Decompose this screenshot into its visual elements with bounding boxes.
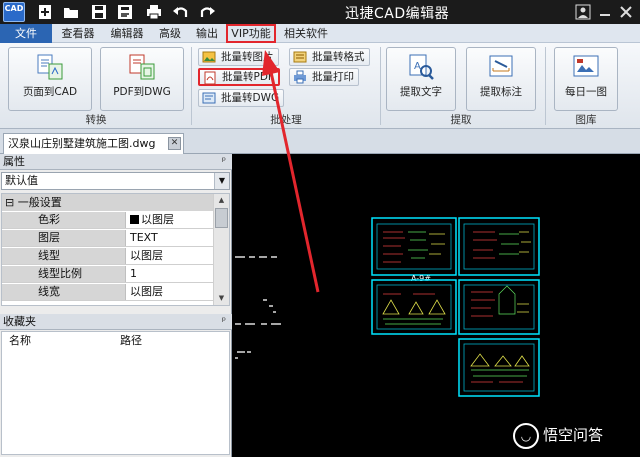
annotation-arrow xyxy=(262,50,320,293)
watermark-text: 悟空问答 xyxy=(543,426,604,444)
watermark: ◡ 悟空问答 xyxy=(513,421,603,449)
watermark-logo-icon: ◡ xyxy=(513,422,539,449)
